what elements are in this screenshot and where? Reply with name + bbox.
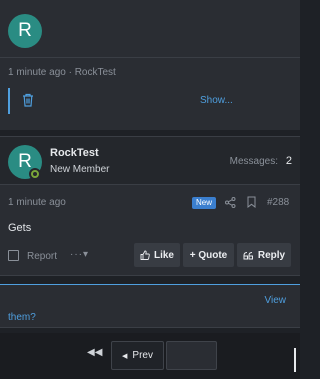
post-footer: Report ···▾ Like + Quote Reply [0, 243, 300, 269]
divider [0, 57, 300, 58]
bookmark-icon[interactable] [247, 196, 256, 208]
more-options-menu[interactable]: ···▾ [70, 249, 89, 260]
post-meta: 1 minute ago · RockTest [8, 67, 116, 78]
avatar[interactable]: R [8, 14, 42, 48]
select-checkbox[interactable] [8, 250, 19, 261]
pagination: ◀◀ ◀ Prev [0, 333, 300, 379]
scrollbar[interactable] [294, 348, 296, 372]
post-header: R RockTest New Member Messages: 2 [0, 137, 300, 185]
quote-button[interactable]: + Quote [183, 243, 234, 267]
prev-button[interactable]: ◀ Prev [111, 341, 164, 370]
chevron-left-icon: ◀ [122, 352, 128, 360]
like-label: Like [153, 249, 174, 261]
avatar-letter: R [18, 20, 32, 41]
prev-label: Prev [132, 350, 153, 361]
trash-icon[interactable] [22, 93, 34, 107]
quick-reply-prompt: View them? [0, 284, 300, 328]
username-link[interactable]: RockTest [50, 147, 99, 159]
new-badge: New [192, 197, 217, 209]
post-number-link[interactable]: #288 [267, 197, 289, 208]
messages-label: Messages: [229, 156, 278, 167]
reply-label: Reply [257, 249, 286, 261]
previous-post-actions: Show... [8, 88, 292, 114]
online-status-icon [29, 168, 41, 180]
reply-button[interactable]: Reply [237, 243, 291, 267]
view-link[interactable]: View [265, 295, 287, 306]
post-body: Gets [8, 222, 32, 234]
quote-label: + Quote [189, 249, 228, 261]
thumbs-up-icon [140, 250, 150, 260]
messages-count: 2 [285, 155, 292, 167]
first-page-icon[interactable]: ◀◀ [87, 347, 102, 358]
post: R RockTest New Member Messages: 2 1 minu… [0, 136, 300, 276]
reply-icon [243, 251, 253, 259]
report-link[interactable]: Report [27, 251, 57, 262]
previous-post: R 1 minute ago · RockTest Show... [0, 0, 300, 130]
share-icon[interactable] [225, 197, 236, 208]
them-link[interactable]: them? [8, 312, 36, 323]
like-button[interactable]: Like [134, 243, 180, 267]
show-more-link[interactable]: Show... [200, 95, 233, 106]
post-time[interactable]: 1 minute ago [8, 197, 66, 208]
page-jump-button[interactable] [166, 341, 217, 370]
user-title: New Member [50, 164, 110, 175]
